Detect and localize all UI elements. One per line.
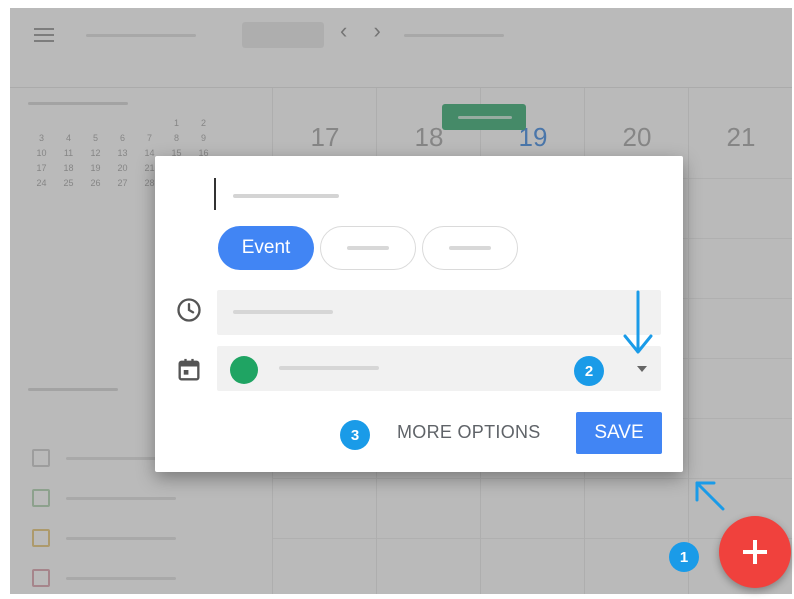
type-chip-3[interactable]: [422, 226, 518, 270]
calendar-icon: [178, 358, 200, 381]
create-event-fab[interactable]: [719, 516, 791, 588]
up-left-arrow-icon: [695, 481, 725, 511]
event-chip[interactable]: Event: [218, 226, 314, 270]
calendar-color-dot: [230, 356, 258, 384]
type-chip-2[interactable]: [320, 226, 416, 270]
step-badge-3: 3: [340, 420, 370, 450]
text-cursor: [214, 178, 216, 210]
save-button[interactable]: SAVE: [576, 412, 662, 454]
more-options-button[interactable]: MORE OPTIONS: [397, 422, 541, 443]
clock-icon: [177, 298, 201, 322]
quick-event-dialog: Event MORE OPTIONS SAVE: [155, 156, 683, 472]
step-badge-1: 1: [669, 542, 699, 572]
event-type-chips: Event: [218, 226, 524, 270]
title-input-placeholder[interactable]: [233, 194, 339, 198]
down-arrow-icon: [623, 290, 653, 354]
chevron-down-icon[interactable]: [637, 366, 647, 372]
plus-icon: [743, 540, 767, 564]
step-badge-2: 2: [574, 356, 604, 386]
time-field[interactable]: [217, 290, 661, 335]
